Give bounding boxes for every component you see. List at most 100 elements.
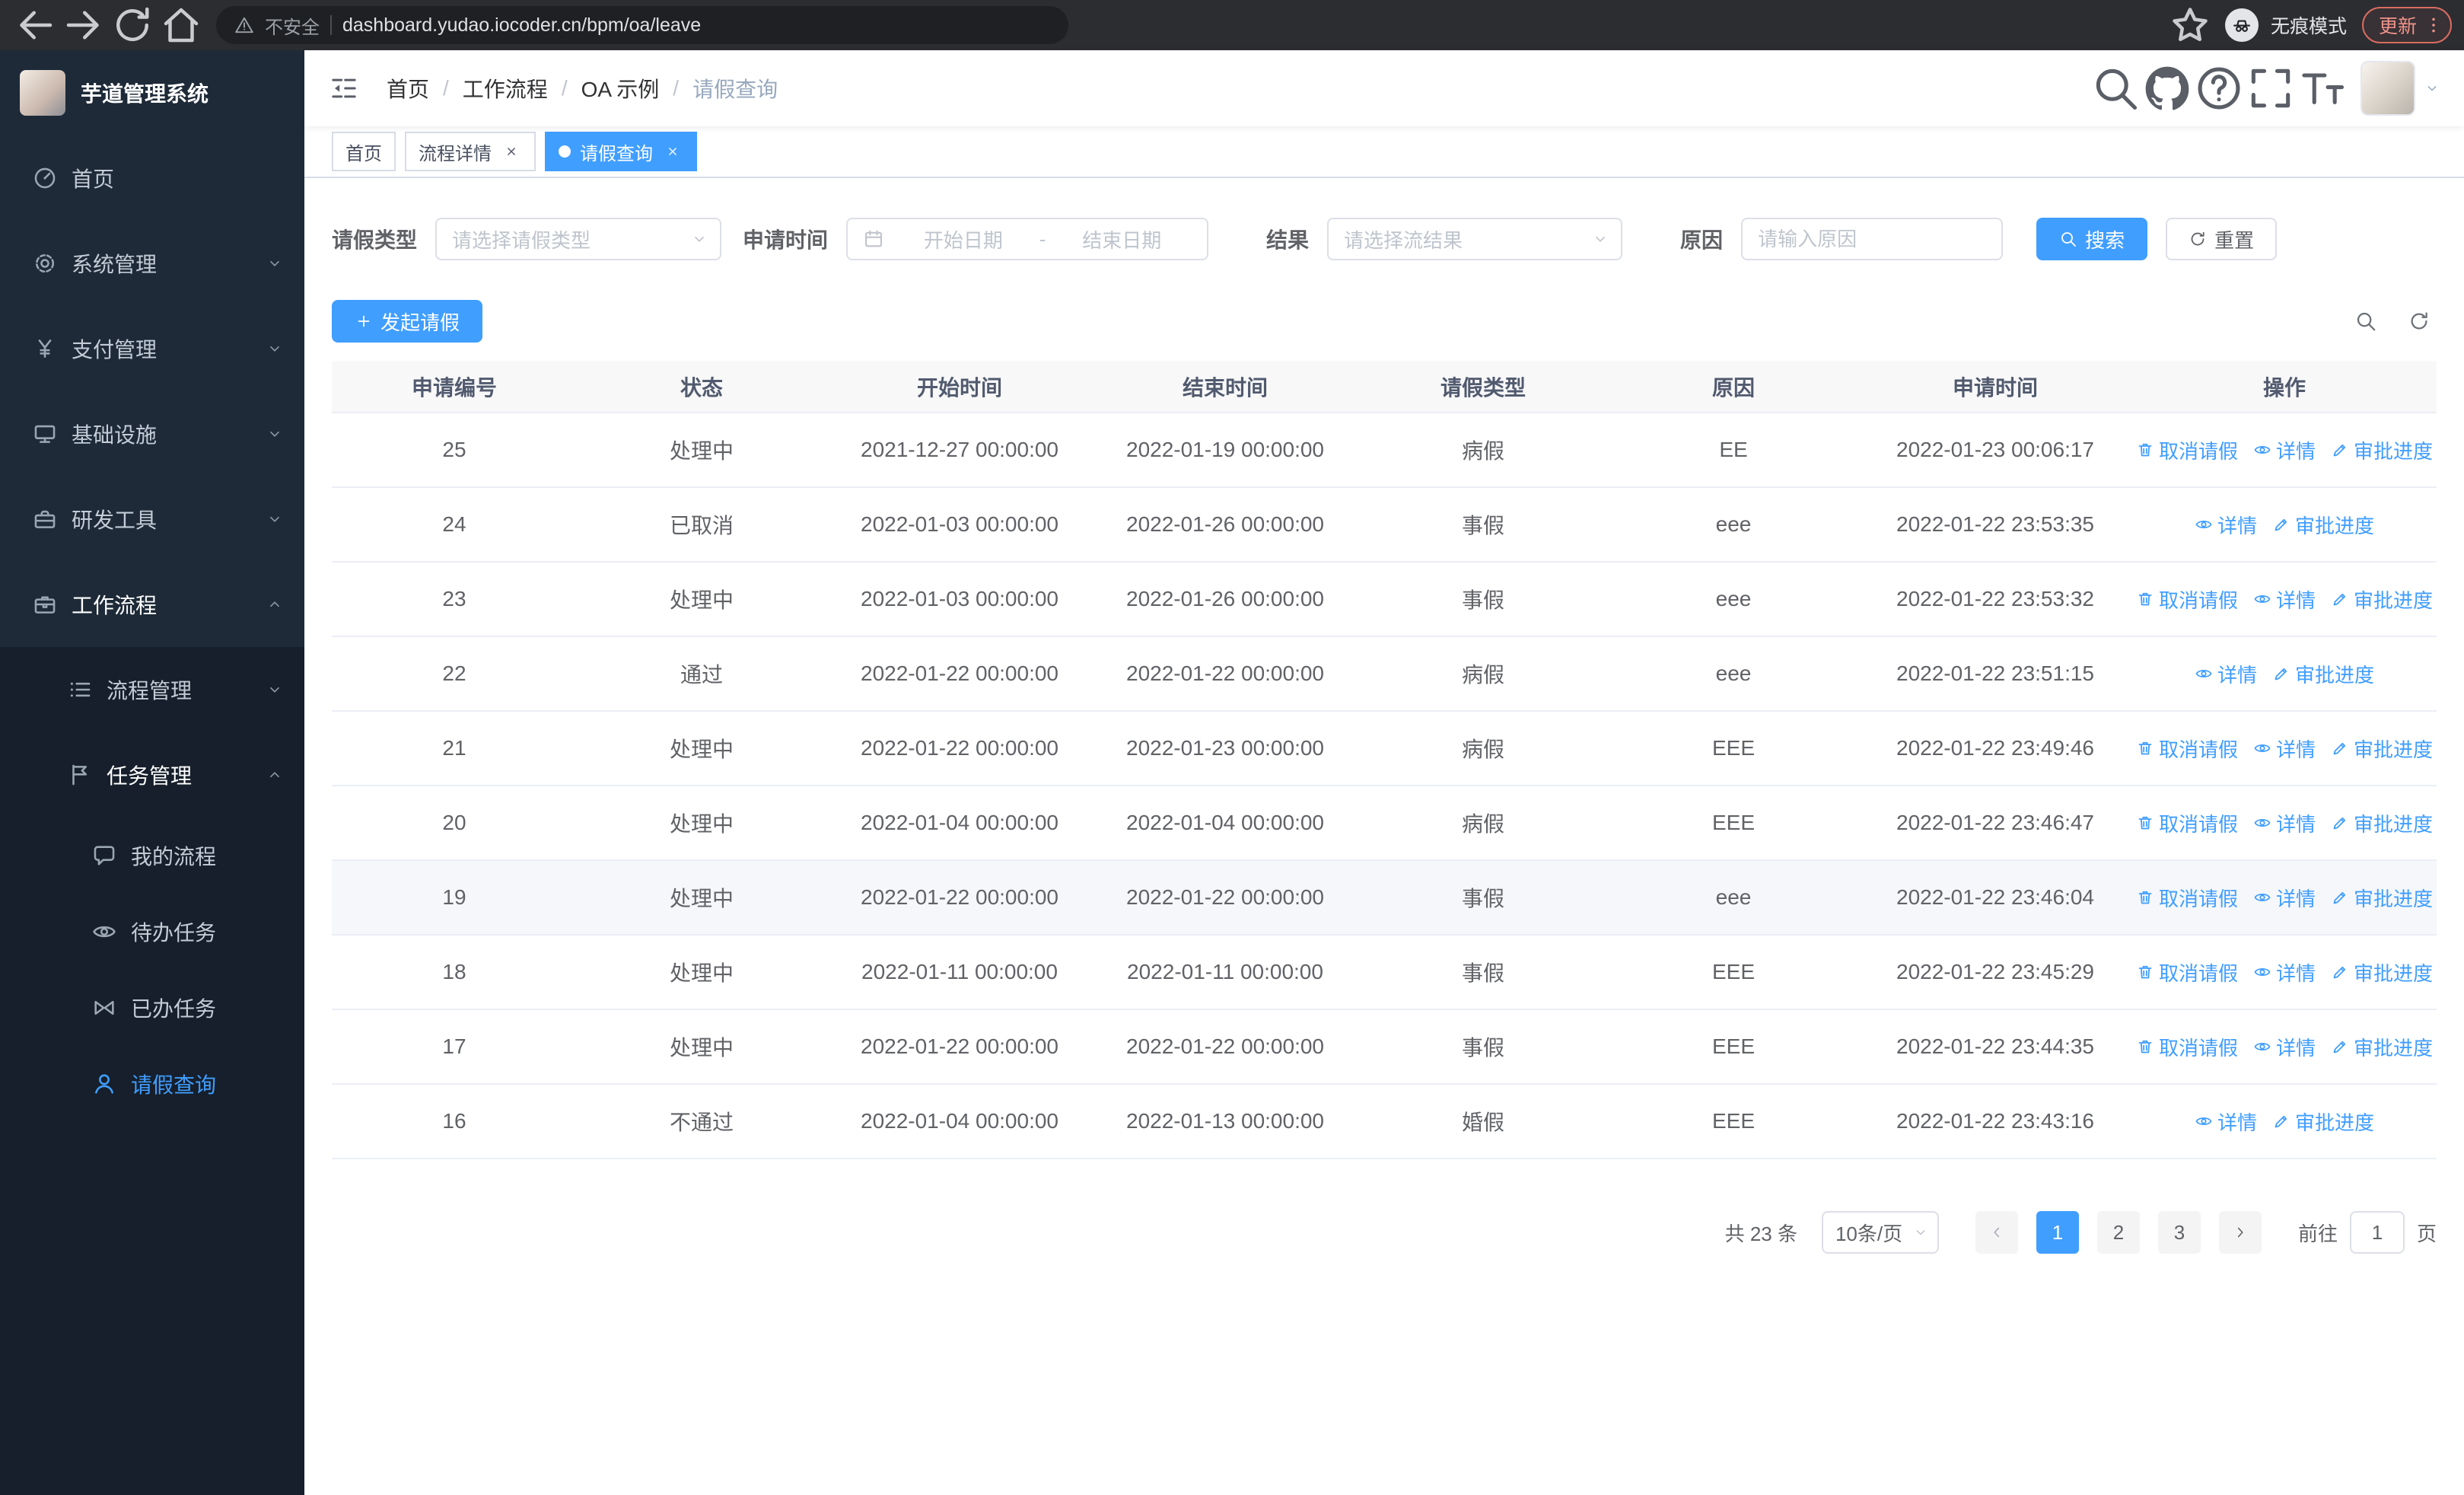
op-cancel-leave-link[interactable]: 取消请假 — [2136, 809, 2238, 837]
op-detail-link[interactable]: 详情 — [2253, 585, 2316, 614]
url-bar[interactable]: 不安全 dashboard.yudao.iocoder.cn/bpm/oa/le… — [216, 6, 1068, 44]
op-approval-progress-link[interactable]: 审批进度 — [2331, 585, 2433, 614]
edit-icon — [2331, 739, 2349, 757]
prev-page-button[interactable] — [1975, 1211, 2018, 1254]
app-logo[interactable]: 芋道管理系统 — [0, 50, 304, 135]
tab-leave-query[interactable]: 请假查询 — [545, 132, 697, 171]
sidebar-item-my-process[interactable]: 我的流程 — [0, 818, 304, 894]
next-page-button[interactable] — [2218, 1211, 2262, 1254]
search-button[interactable]: 搜索 — [2036, 218, 2148, 260]
browser-reload-icon[interactable] — [110, 2, 155, 48]
op-cancel-leave-link[interactable]: 取消请假 — [2136, 1033, 2238, 1061]
sidebar-item-task-management[interactable]: 任务管理 — [0, 732, 304, 818]
op-detail-link[interactable]: 详情 — [2195, 1108, 2257, 1136]
table-refresh-icon[interactable] — [2408, 310, 2431, 333]
sidebar-item-devtools[interactable]: 研发工具 — [0, 477, 304, 562]
op-detail-link[interactable]: 详情 — [2253, 809, 2316, 837]
leave-type-select[interactable]: 请选择请假类型 — [435, 218, 722, 260]
table-row: 17 处理中 2022-01-22 00:00:00 2022-01-22 00:00… — [332, 1009, 2437, 1085]
tab-process-detail[interactable]: 流程详情 — [405, 132, 536, 171]
tab-home[interactable]: 首页 — [332, 132, 396, 171]
op-label: 详情 — [2217, 1111, 2257, 1134]
sidebar-item-payment[interactable]: 支付管理 — [0, 306, 304, 391]
op-label: 详情 — [2275, 588, 2316, 612]
op-detail-link[interactable]: 详情 — [2195, 511, 2257, 539]
page-size-select[interactable]: 10条/页 — [1821, 1211, 1939, 1254]
cell-apply-time: 2022-01-22 23:45:29 — [1858, 935, 2132, 1010]
page-1-button[interactable]: 1 — [2036, 1211, 2079, 1254]
browser-back-icon[interactable] — [12, 2, 58, 48]
eye-icon — [2253, 963, 2271, 981]
sidebar-item-system[interactable]: 系统管理 — [0, 221, 304, 306]
result-select[interactable]: 请选择流结果 — [1327, 218, 1623, 260]
sidebar-item-home[interactable]: 首页 — [0, 135, 304, 221]
close-icon[interactable] — [501, 141, 522, 162]
sidebar-item-todo-task[interactable]: 待办任务 — [0, 894, 304, 970]
help-icon[interactable] — [2193, 62, 2245, 114]
trash-icon — [2136, 590, 2154, 608]
apply-time-range-picker[interactable]: 开始日期 - 结束日期 — [846, 218, 1209, 260]
search-toggle-icon[interactable] — [2354, 310, 2377, 333]
breadcrumb-item[interactable]: 工作流程 — [463, 73, 548, 104]
breadcrumb-item[interactable]: OA 示例 — [581, 73, 660, 104]
app-title: 芋道管理系统 — [81, 82, 209, 106]
op-approval-progress-link[interactable]: 审批进度 — [2272, 660, 2374, 688]
op-cancel-leave-link[interactable]: 取消请假 — [2136, 884, 2238, 912]
browser-forward-icon[interactable] — [61, 2, 107, 48]
op-cancel-leave-link[interactable]: 取消请假 — [2136, 958, 2238, 987]
op-detail-link[interactable]: 详情 — [2253, 735, 2316, 763]
op-approval-progress-link[interactable]: 审批进度 — [2331, 809, 2433, 837]
create-leave-button[interactable]: 发起请假 — [332, 300, 483, 343]
sidebar-item-leave-query[interactable]: 请假查询 — [0, 1046, 304, 1122]
goto-page-input[interactable] — [2349, 1211, 2405, 1254]
cell-end-time: 2022-01-26 00:00:00 — [1093, 562, 1358, 637]
bookmark-star-icon[interactable] — [2167, 2, 2213, 48]
cell-id: 17 — [332, 1009, 577, 1085]
page-2-button[interactable]: 2 — [2096, 1211, 2140, 1254]
op-approval-progress-link[interactable]: 审批进度 — [2331, 958, 2433, 987]
op-cancel-leave-link[interactable]: 取消请假 — [2136, 436, 2238, 464]
font-size-icon[interactable] — [2297, 62, 2348, 114]
op-cancel-leave-link[interactable]: 取消请假 — [2136, 585, 2238, 614]
op-approval-progress-link[interactable]: 审批进度 — [2331, 735, 2433, 763]
breadcrumb-item[interactable]: 首页 — [387, 73, 429, 104]
op-detail-link[interactable]: 详情 — [2253, 436, 2316, 464]
op-approval-progress-link[interactable]: 审批进度 — [2331, 436, 2433, 464]
cell-apply-time: 2022-01-23 00:06:17 — [1858, 413, 2132, 488]
op-approval-progress-link[interactable]: 审批进度 — [2331, 884, 2433, 912]
page-3-button[interactable]: 3 — [2157, 1211, 2201, 1254]
op-cancel-leave-link[interactable]: 取消请假 — [2136, 735, 2238, 763]
leave-type-placeholder: 请选择请假类型 — [452, 228, 591, 252]
sidebar-item-workflow[interactable]: 工作流程 — [0, 562, 304, 647]
table-tools — [2354, 310, 2437, 333]
operations: 取消请假 详情 审批进度 — [2132, 884, 2437, 912]
browser-home-icon[interactable] — [158, 2, 204, 48]
op-approval-progress-link[interactable]: 审批进度 — [2272, 511, 2374, 539]
sidebar-item-process-management[interactable]: 流程管理 — [0, 647, 304, 732]
reset-button[interactable]: 重置 — [2166, 218, 2278, 260]
op-detail-link[interactable]: 详情 — [2253, 1033, 2316, 1061]
reason-input[interactable] — [1741, 218, 2004, 260]
sidebar-toggle-icon[interactable] — [329, 73, 359, 104]
sidebar-item-done-task[interactable]: 已办任务 — [0, 970, 304, 1046]
menu-kebab-icon[interactable] — [2423, 14, 2444, 36]
cell-apply-time: 2022-01-22 23:51:15 — [1858, 636, 2132, 712]
op-detail-link[interactable]: 详情 — [2253, 958, 2316, 987]
cell-leave-type: 事假 — [1358, 935, 1609, 1010]
update-button[interactable]: 更新 — [2361, 7, 2452, 43]
op-detail-link[interactable]: 详情 — [2195, 660, 2257, 688]
github-icon[interactable] — [2141, 62, 2193, 114]
table-row: 24 已取消 2022-01-03 00:00:00 2022-01-26 00:00… — [332, 487, 2437, 563]
edit-icon — [2331, 963, 2349, 981]
close-icon[interactable] — [662, 141, 683, 162]
avatar[interactable] — [2361, 61, 2415, 116]
sidebar-item-infrastructure[interactable]: 基础设施 — [0, 391, 304, 477]
op-detail-link[interactable]: 详情 — [2253, 884, 2316, 912]
avatar-caret-icon[interactable] — [2424, 81, 2440, 96]
apply-time-label: 申请时间 — [743, 228, 829, 252]
op-approval-progress-link[interactable]: 审批进度 — [2331, 1033, 2433, 1061]
header-search-icon[interactable] — [2090, 62, 2141, 114]
security-label: 不安全 — [265, 17, 320, 38]
op-approval-progress-link[interactable]: 审批进度 — [2272, 1108, 2374, 1136]
fullscreen-icon[interactable] — [2245, 62, 2297, 114]
